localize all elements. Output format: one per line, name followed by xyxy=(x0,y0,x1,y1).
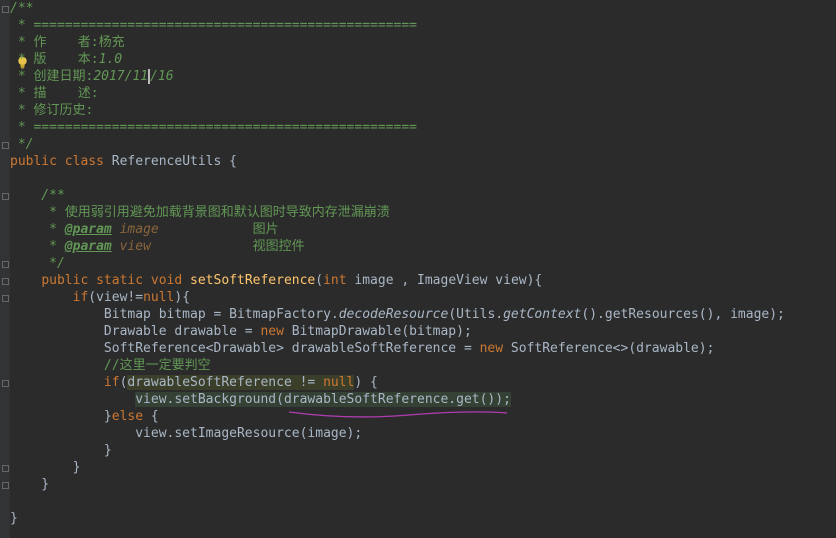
code-line-20: Drawable drawable = new BitmapDrawable(b… xyxy=(10,324,472,339)
code-line-3: * 作 者:杨充 xyxy=(10,35,125,50)
warning-highlight[interactable]: drawableSoftReference != null xyxy=(127,375,355,390)
inspection-highlight[interactable]: view.setBackground(drawableSoftReference… xyxy=(135,392,511,407)
code-line-28: } xyxy=(10,460,81,475)
code-line-27: } xyxy=(10,443,112,458)
code-line-2: * ======================================… xyxy=(10,18,417,33)
code-line-6: * 描 述: xyxy=(10,86,99,101)
code-line-24: view.setBackground(drawableSoftReference… xyxy=(10,391,511,408)
code-line-1: /** xyxy=(10,1,34,16)
code-line-26: view.setImageResource(image); xyxy=(10,426,363,441)
code-line-17: public static void setSoftReference(int … xyxy=(41,273,543,288)
fold-marker-icon[interactable] xyxy=(2,380,9,387)
fold-marker-icon[interactable] xyxy=(2,142,9,149)
code-line-4: * 版 本:1.0 xyxy=(10,52,123,67)
fold-marker-icon[interactable] xyxy=(2,278,9,285)
code-line-25: }else { xyxy=(10,409,159,424)
code-line-7: * 修订历史: xyxy=(10,103,94,118)
fold-marker-icon[interactable] xyxy=(2,295,9,302)
fold-marker-icon[interactable] xyxy=(2,193,9,200)
code-editor[interactable]: /** * ==================================… xyxy=(0,0,836,538)
fold-marker-icon[interactable] xyxy=(2,261,9,268)
fold-marker-icon[interactable] xyxy=(2,6,9,13)
code-line-31: } xyxy=(10,511,18,526)
code-line-13: * 使用弱引用避免加载背景图和默认图时导致内存泄漏崩溃 xyxy=(10,205,390,220)
code-line-9: */ xyxy=(10,137,34,152)
code-line-14: * @param image 图片 xyxy=(10,222,279,237)
editor-gutter xyxy=(0,0,10,538)
code-line-22: //这里一定要判空 xyxy=(103,358,211,373)
code-line-23: if(drawableSoftReference != null) { xyxy=(103,375,378,390)
code-line-21: SoftReference<Drawable> drawableSoftRefe… xyxy=(10,341,715,356)
code-line-8: * ======================================… xyxy=(10,120,417,135)
error-squiggle xyxy=(289,411,507,418)
code-line-15: * @param view 视图控件 xyxy=(10,239,305,254)
code-line-19: Bitmap bitmap = BitmapFactory.decodeReso… xyxy=(10,307,785,322)
code-line-18: if(view!=null){ xyxy=(72,290,191,305)
code-line-10: public class ReferenceUtils { xyxy=(10,154,237,169)
code-line-29: } xyxy=(10,477,50,492)
code-line-16: */ xyxy=(10,256,65,271)
code-line-5: * 创建日期:2017/11/16 xyxy=(10,69,174,84)
code-line-12: /** xyxy=(10,188,65,203)
fold-marker-icon[interactable] xyxy=(2,465,9,472)
fold-marker-icon[interactable] xyxy=(2,482,9,489)
